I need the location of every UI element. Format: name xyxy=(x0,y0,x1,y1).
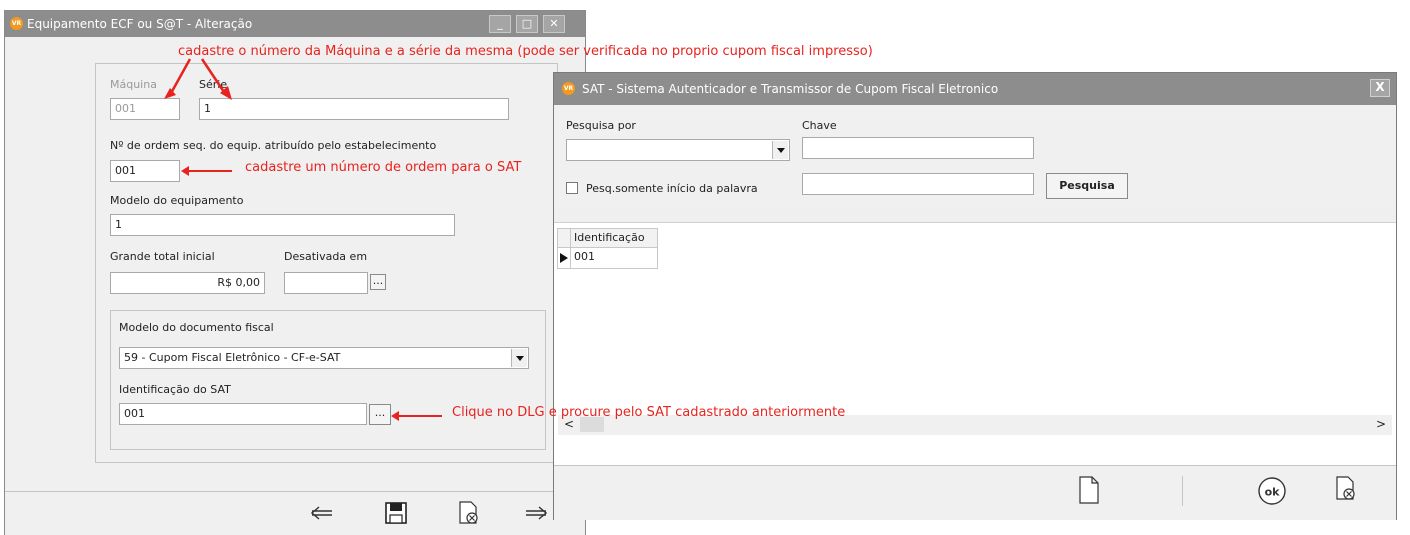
previous-arrow-icon[interactable] xyxy=(311,506,333,520)
close-icon[interactable]: ✕ xyxy=(543,15,565,33)
pesquisa-button[interactable]: Pesquisa xyxy=(1046,173,1128,199)
ok-icon[interactable]: ok xyxy=(1257,476,1287,506)
identificacao-sat-field[interactable]: 001 xyxy=(119,403,367,425)
modelo-documento-label: Modelo do documento fiscal xyxy=(119,321,274,334)
dlg-button[interactable]: ... xyxy=(369,404,391,425)
chave-field[interactable] xyxy=(802,137,1034,159)
grande-total-field[interactable]: R$ 0,00 xyxy=(110,272,265,294)
grid-corner xyxy=(557,228,571,248)
sat-titlebar[interactable]: VR SAT - Sistema Autenticador e Transmis… xyxy=(554,73,1396,105)
maquina-label: Máquina xyxy=(110,78,157,91)
modelo-equipamento-label: Modelo do equipamento xyxy=(110,194,244,207)
pesq-inicio-label: Pesq.somente início da palavra xyxy=(586,182,758,195)
chevron-down-icon[interactable] xyxy=(772,141,788,159)
toolbar-divider xyxy=(1182,476,1183,506)
new-document-icon[interactable] xyxy=(1078,476,1100,504)
desativada-label: Desativada em xyxy=(284,250,368,263)
window-title: Equipamento ECF ou S@T - Alteração xyxy=(27,17,253,31)
svg-text:ok: ok xyxy=(1265,486,1281,499)
annotation-arrows-icon xyxy=(164,58,232,100)
cancel-document-icon[interactable] xyxy=(458,501,480,525)
save-icon[interactable] xyxy=(385,502,407,524)
grid-header-identificacao[interactable]: Identificação xyxy=(570,228,658,248)
ordem-field[interactable]: 001 xyxy=(110,160,180,182)
row-indicator-icon xyxy=(557,247,571,269)
chevron-down-icon[interactable] xyxy=(511,349,527,367)
equipamento-titlebar[interactable]: VR Equipamento ECF ou S@T - Alteração _ … xyxy=(5,11,585,37)
sat-window: VR SAT - Sistema Autenticador e Transmis… xyxy=(553,72,1397,520)
serie-field[interactable]: 1 xyxy=(199,98,509,120)
next-arrow-icon[interactable] xyxy=(525,506,547,520)
annotation-ordem: cadastre um número de ordem para o SAT xyxy=(245,160,522,175)
chave-label: Chave xyxy=(802,119,837,132)
pesquisa-por-label: Pesquisa por xyxy=(566,119,636,132)
sat-bottom-toolbar: ok xyxy=(554,465,1396,520)
annotation-arrow-dlg xyxy=(391,411,442,421)
cancel-document-icon[interactable] xyxy=(1335,476,1357,502)
equipamento-window: VR Equipamento ECF ou S@T - Alteração _ … xyxy=(4,10,586,535)
modelo-documento-select[interactable]: 59 - Cupom Fiscal Eletrônico - CF-e-SAT xyxy=(119,347,529,369)
modelo-equipamento-field[interactable]: 1 xyxy=(110,214,455,236)
annotation-dlg: Clique no DLG e procure pelo SAT cadastr… xyxy=(452,405,846,420)
sat-window-title: SAT - Sistema Autenticador e Transmissor… xyxy=(582,82,999,96)
close-icon[interactable]: X xyxy=(1370,79,1390,97)
annotation-arrow-ordem xyxy=(181,166,232,176)
grande-total-label: Grande total inicial xyxy=(110,250,215,263)
modelo-documento-value: 59 - Cupom Fiscal Eletrônico - CF-e-SAT xyxy=(124,351,341,364)
documento-fiscal-group: Modelo do documento fiscal 59 - Cupom Fi… xyxy=(110,310,546,450)
form-panel: Máquina 001 Série 1 Nº de ordem seq. do … xyxy=(95,63,558,463)
pesquisa-por-select[interactable] xyxy=(566,139,790,161)
app-logo-icon: VR xyxy=(10,17,23,30)
table-row[interactable]: 001 xyxy=(570,247,658,269)
identificacao-sat-label: Identificação do SAT xyxy=(119,383,231,396)
maximize-icon[interactable]: □ xyxy=(516,15,538,33)
desativada-field[interactable] xyxy=(284,272,368,294)
scroll-right-icon[interactable]: > xyxy=(1376,417,1386,431)
bottom-toolbar xyxy=(5,491,585,535)
chave-field-2[interactable] xyxy=(802,173,1034,195)
grid-top-strip xyxy=(554,207,1396,223)
minimize-icon[interactable]: _ xyxy=(489,15,511,33)
annotation-maquina-serie: cadastre o número da Máquina e a série d… xyxy=(178,44,873,59)
date-picker-button[interactable]: ... xyxy=(370,274,386,290)
pesq-inicio-checkbox[interactable] xyxy=(566,182,578,194)
ordem-label: Nº de ordem seq. do equip. atribuído pel… xyxy=(110,139,437,152)
app-logo-icon: VR xyxy=(562,82,575,95)
